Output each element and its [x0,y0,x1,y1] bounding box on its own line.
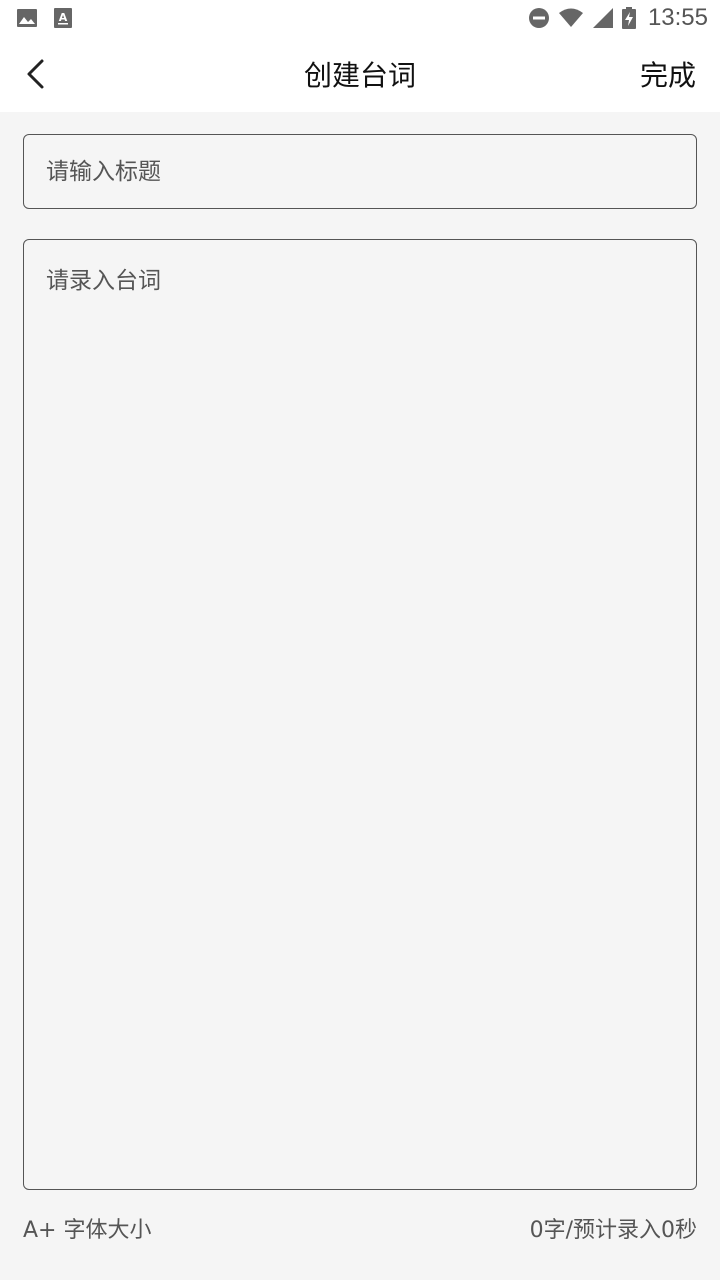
system-icons: 13:55 [528,4,708,32]
image-icon [17,9,37,27]
status-bar: A 13:55 [0,0,720,36]
wifi-icon [558,8,583,27]
text-recognition-icon: A [54,8,72,28]
battery-charging-icon [621,7,636,29]
word-count-label: 0字/预计录入0秒 [529,1218,697,1243]
clock: 13:55 [647,4,708,31]
script-field[interactable] [23,239,697,1190]
top-navigation-bar: 创建台词 完成 [0,36,720,112]
svg-text:A: A [59,11,68,24]
script-input[interactable] [24,240,696,1189]
font-size-button[interactable]: A+ 字体大小 [23,1208,151,1248]
do-not-disturb-icon [528,8,549,28]
title-input[interactable] [46,158,674,185]
title-field[interactable] [23,134,697,209]
notification-icons: A [16,7,74,29]
page-title: 创建台词 [303,59,416,92]
done-button[interactable]: 完成 [640,36,696,112]
signal-icon [592,8,613,28]
